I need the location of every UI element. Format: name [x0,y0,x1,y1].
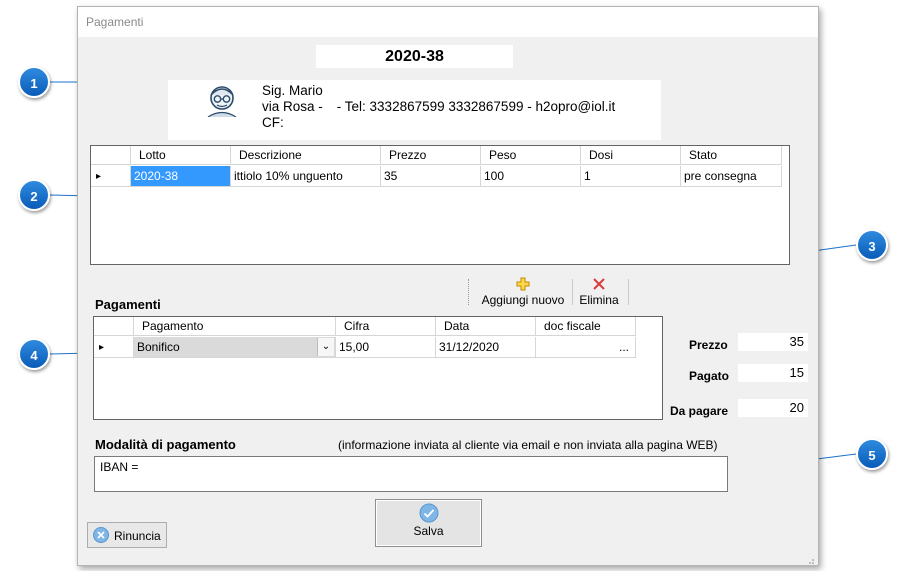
client-info-panel: Sig. Mario via Rosa - - Tel: 3332867599 3… [168,80,661,140]
pagato-label: Pagato [689,369,730,383]
callout-1: 1 [18,66,50,98]
payments-dialog: Pagamenti 2020-38 Sig. Mario via Rosa --… [77,6,819,566]
payment-method-value: Bonifico [137,340,180,354]
payment-mode-text: IBAN = [100,460,139,474]
client-cf: CF: [262,115,284,130]
prezzo-label: Prezzo [689,338,728,352]
add-new-button[interactable]: Aggiungi nuovo [478,275,568,309]
lots-cell-descrizione[interactable]: ittiolo 10% unguento [231,166,381,187]
payments-table[interactable]: Pagamento Cifra Data doc fiscale ▸ Bonif… [93,316,663,420]
row-selector-icon[interactable]: ▸ [91,166,131,187]
payment-method-select[interactable]: Bonifico ⌄ [134,337,336,358]
add-new-label: Aggiungi nuovo [481,293,565,307]
callout-5: 5 [856,438,888,470]
callout-2: 2 [18,179,50,211]
lots-header-stato[interactable]: Stato [681,146,782,165]
client-avatar-icon [202,84,242,118]
payments-header-doc-fiscale[interactable]: doc fiscale [536,317,636,336]
lots-cell-stato[interactable]: pre consegna [681,166,782,187]
payments-toolbar: Aggiungi nuovo Elimina [468,275,633,310]
save-label: Salva [413,524,444,538]
delete-x-icon [593,278,605,290]
payment-doc-button[interactable]: ... [536,337,636,358]
cancel-label: Rinuncia [114,529,161,543]
payment-row-selector-icon[interactable]: ▸ [94,337,134,358]
lots-header-peso[interactable]: Peso [481,146,581,165]
lotto-code: 2020-38 [316,45,513,68]
lots-table[interactable]: Lotto Descrizione Prezzo Peso Dosi Stato… [90,145,790,265]
da-pagare-label: Da pagare [670,404,729,418]
payment-mode-title: Modalità di pagamento [95,437,236,452]
lots-cell-peso[interactable]: 100 [481,166,581,187]
check-circle-icon [419,503,438,523]
resize-grip-icon[interactable] [807,554,815,564]
payment-mode-textarea[interactable]: IBAN = [94,456,728,492]
lots-header-lotto[interactable]: Lotto [131,146,231,165]
lots-header-descrizione[interactable]: Descrizione [231,146,381,165]
delete-button[interactable]: Elimina [574,275,624,309]
payment-mode-note: (informazione inviata al cliente via ema… [338,438,718,452]
lots-cell-dosi[interactable]: 1 [581,166,681,187]
payment-date-cell[interactable]: 31/12/2020 [436,337,536,358]
lots-cell-prezzo[interactable]: 35 [381,166,481,187]
prezzo-value: 35 [738,333,808,351]
lots-header-dosi[interactable]: Dosi [581,146,681,165]
client-contact: - Tel: 3332867599 3332867599 - h2opro@io… [336,99,616,114]
plus-icon [516,277,530,291]
pagato-value: 15 [738,364,808,382]
payments-header-pagamento[interactable]: Pagamento [134,317,336,336]
window-title: Pagamenti [86,15,144,29]
cancel-button[interactable]: Rinuncia [87,522,167,548]
window-titlebar: Pagamenti [78,7,818,37]
cancel-x-icon [93,527,109,543]
callout-3: 3 [856,229,888,261]
payments-header-data[interactable]: Data [436,317,536,336]
client-name: Sig. Mario [262,83,323,98]
lots-cell-lotto[interactable]: 2020-38 [131,166,231,187]
da-pagare-value: 20 [738,399,808,417]
chevron-down-icon[interactable]: ⌄ [317,338,334,356]
client-address: via Rosa - [262,99,323,114]
delete-label: Elimina [579,293,619,307]
save-button[interactable]: Salva [375,499,482,547]
lots-header-prezzo[interactable]: Prezzo [381,146,481,165]
payments-section-title: Pagamenti [95,297,161,312]
client-details: Sig. Mario via Rosa - - Tel: 3332867599 3… [262,83,615,131]
payments-header-cifra[interactable]: Cifra [336,317,436,336]
callout-4: 4 [18,338,50,370]
payment-amount-cell[interactable]: 15,00 [336,337,436,358]
